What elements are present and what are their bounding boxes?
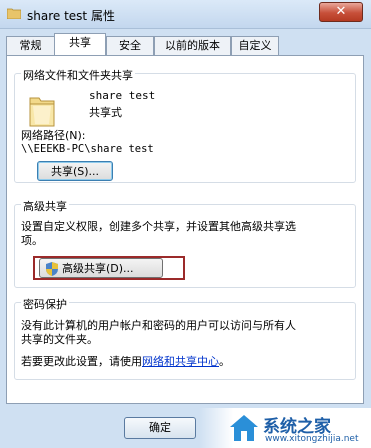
title-bar: share test 属性 ✕ <box>0 0 371 29</box>
change-setting-suffix: 。 <box>219 355 230 368</box>
ok-button[interactable]: 确定 <box>124 417 196 439</box>
window-title: share test 属性 <box>27 9 115 23</box>
tab-sharing[interactable]: 共享 <box>54 33 106 55</box>
folder-icon <box>7 8 21 19</box>
password-protection-heading: 密码保护 <box>21 296 69 312</box>
tab-security[interactable]: 安全 <box>106 36 154 55</box>
network-sharing-heading: 网络文件和文件夹共享 <box>21 67 135 83</box>
share-state: 共享式 <box>89 106 122 119</box>
uac-shield-icon <box>46 262 58 276</box>
close-button[interactable]: ✕ <box>319 2 363 22</box>
watermark-url: www.xitongzhijia.net <box>265 434 359 444</box>
advanced-sharing-description-2: 项。 <box>21 234 43 247</box>
watermark: 系统之家 www.xitongzhijia.net <box>199 408 371 448</box>
tab-previous-versions[interactable]: 以前的版本 <box>154 36 231 55</box>
network-path-value: \\EEEKB-PC\share test <box>21 143 154 155</box>
password-protection-line-2: 共享的文件夹。 <box>21 333 98 346</box>
sharing-panel: 网络文件和文件夹共享 share test 共享式 网络路径(N): \\EEE… <box>6 55 364 404</box>
password-protection-group: 密码保护 没有此计算机的用户帐户和密码的用户可以访问与所有人 共享的文件夹。 若… <box>14 296 356 380</box>
advanced-sharing-button[interactable]: 高级共享(D)... <box>39 258 163 278</box>
network-path-label: 网络路径(N): <box>21 129 86 142</box>
advanced-sharing-description-1: 设置自定义权限，创建多个共享，并设置其他高级共享选 <box>21 220 296 233</box>
network-sharing-group: 网络文件和文件夹共享 share test 共享式 网络路径(N): \\EEE… <box>14 67 356 183</box>
tab-customize[interactable]: 自定义 <box>231 36 279 55</box>
watermark-logo-icon <box>230 415 258 441</box>
advanced-sharing-button-label: 高级共享(D)... <box>62 262 134 275</box>
change-setting-prefix: 若要更改此设置，请使用 <box>21 355 142 368</box>
tab-general[interactable]: 常规 <box>6 36 55 55</box>
advanced-sharing-group: 高级共享 设置自定义权限，创建多个共享，并设置其他高级共享选 项。 高级共享(D… <box>14 198 356 288</box>
folder-name: share test <box>89 89 156 102</box>
shared-folder-icon <box>29 97 55 127</box>
advanced-sharing-heading: 高级共享 <box>21 198 69 214</box>
change-setting-text: 若要更改此设置，请使用网络和共享中心。 <box>21 353 230 369</box>
share-button[interactable]: 共享(S)... <box>37 161 113 181</box>
network-sharing-center-link[interactable]: 网络和共享中心 <box>142 355 219 368</box>
